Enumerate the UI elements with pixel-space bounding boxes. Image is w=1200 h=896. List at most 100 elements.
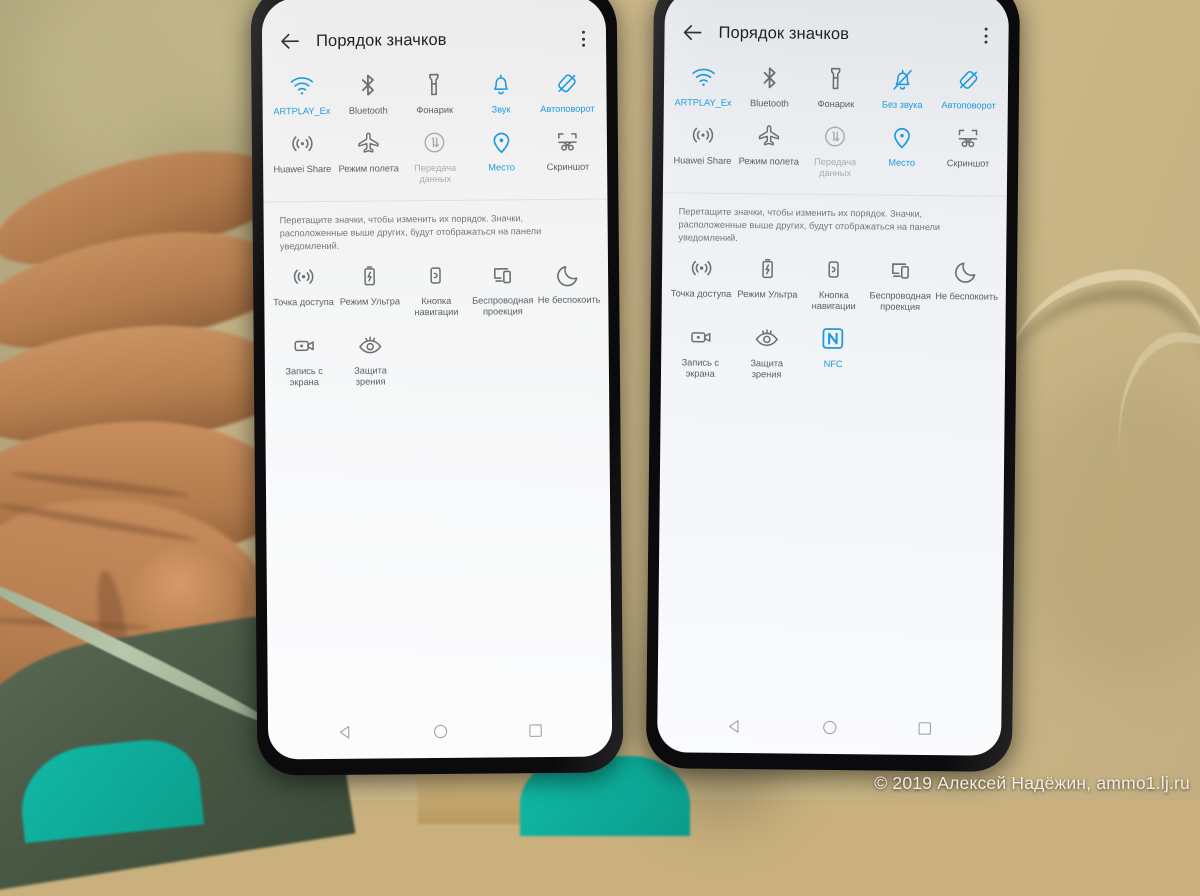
data-transfer-icon [421,128,448,155]
nav-back-triangle-icon[interactable] [337,724,354,741]
quick-toggle-location-pin[interactable]: Место [468,128,535,186]
quick-toggle-wifi[interactable]: ARTPLAY_Ex [268,72,335,118]
flashlight-icon [421,71,448,98]
page-title: Порядок значков [718,23,850,43]
nav-home-circle-icon[interactable] [432,723,449,740]
reorder-hint-text: Перетащите значки, чтобы изменить их пор… [279,212,542,251]
quick-toggle-label: Беспроводная проекция [869,289,931,312]
active-toggles-grid: ARTPLAY_Ex Bluetooth Фонарик Без звука Автоп… [663,63,1008,181]
quick-toggle-nav-button[interactable]: Кнопка навигации [800,255,867,313]
quick-toggle-label: Звук [491,104,511,115]
quick-toggle-label: Место [888,157,916,168]
quick-toggle-screenshot[interactable]: Скриншот [534,127,601,185]
quick-toggle-label: Не беспокоить [935,290,999,302]
quick-toggle-data-transfer[interactable]: Передача данных [402,128,469,186]
location-pin-icon [488,128,515,155]
screen-record-icon [290,332,317,359]
overflow-menu-icon[interactable] [976,23,994,47]
auto-rotate-icon [955,66,982,93]
quick-toggle-label: Защита зрения [354,364,387,387]
quick-toggle-label: Автоповорот [941,100,996,111]
quick-toggle-label: NFC [823,358,843,369]
quick-toggle-label: Bluetooth [749,98,789,109]
active-toggles-grid: ARTPLAY_Ex Bluetooth Фонарик Звук Автоповоро… [262,70,607,187]
screenshot-icon [955,124,982,151]
bluetooth-icon [354,71,381,98]
quick-toggle-label: Беспроводная проекция [472,294,534,317]
quick-toggle-label: Запись с экрана [285,365,323,388]
quick-toggle-label: Защита зрения [750,357,784,380]
android-navigation-bar [657,717,1001,738]
quick-toggle-ultra-battery[interactable]: Режим Ультра [336,262,403,320]
quick-toggle-label: Скриншот [946,157,990,169]
quick-toggle-hotspot[interactable]: Точка доступа [270,262,337,320]
back-arrow-icon[interactable] [278,29,302,53]
quick-toggle-eye-comfort[interactable]: Защита зрения [733,323,800,381]
airplane-icon [355,129,382,156]
quick-toggle-label: Точка доступа [670,287,732,299]
eye-comfort-icon [753,324,780,351]
quick-toggle-airplane[interactable]: Режим полета [735,121,802,179]
nav-back-triangle-icon[interactable] [726,718,743,735]
quick-toggle-label: Huawei Share [273,163,332,174]
quick-toggle-location-pin[interactable]: Место [868,123,935,181]
phone-left-screen[interactable]: Порядок значков ARTPLAY_Ex Bluetooth Фонари… [261,0,613,760]
quick-toggle-ultra-battery[interactable]: Режим Ультра [734,254,801,312]
quick-toggle-cast-screen[interactable]: Беспроводная проекция [469,261,536,319]
quick-toggle-nfc[interactable]: NFC [800,324,867,382]
quick-toggle-moon[interactable]: Не беспокоить [933,257,1000,315]
quick-toggle-huawei-share[interactable]: Huawei Share [269,129,336,187]
nav-home-circle-icon[interactable] [821,719,838,736]
quick-toggle-screen-record[interactable]: Запись с экрана [271,331,338,389]
quick-toggle-huawei-share[interactable]: Huawei Share [669,121,736,179]
huawei-share-icon [289,130,316,157]
cast-screen-icon [489,261,516,288]
quick-toggle-auto-rotate[interactable]: Автоповорот [935,66,1002,112]
quick-toggle-flashlight[interactable]: Фонарик [401,71,468,117]
quick-toggle-auto-rotate[interactable]: Автоповорот [534,70,601,116]
ultra-battery-icon [754,255,781,282]
quick-toggle-label: Без звука [881,99,923,110]
quick-toggle-cast-screen[interactable]: Беспроводная проекция [867,256,934,314]
quick-toggle-label: Автоповорот [540,103,595,115]
quick-toggle-label: ARTPLAY_Ex [674,97,732,108]
screen-record-icon [687,323,714,350]
android-navigation-bar [268,721,612,741]
quick-toggle-bluetooth[interactable]: Bluetooth [736,64,803,110]
quick-toggle-label: Передача данных [814,156,857,179]
quick-toggle-bell-muted[interactable]: Без звука [869,65,936,111]
quick-toggle-hotspot[interactable]: Точка доступа [668,254,735,312]
phone-left: Порядок значков ARTPLAY_Ex Bluetooth Фонари… [250,0,624,776]
quick-toggle-label: Huawei Share [673,154,732,166]
quick-toggle-label: Режим полета [338,162,399,174]
reorder-hint-text: Перетащите значки, чтобы изменить их пор… [678,205,941,243]
quick-toggle-data-transfer[interactable]: Передача данных [802,122,869,180]
quick-toggle-label: Место [488,161,515,173]
quick-toggle-bluetooth[interactable]: Bluetooth [335,71,402,117]
overflow-menu-icon[interactable] [574,27,592,51]
nav-recents-square-icon[interactable] [916,720,933,737]
quick-toggle-eye-comfort[interactable]: Защита зрения [337,331,404,389]
copyright-watermark: © 2019 Алексей Надёжин, ammo1.lj.ru [874,773,1190,793]
quick-toggle-moon[interactable]: Не беспокоить [536,260,603,318]
quick-toggle-screen-record[interactable]: Запись с экрана [667,323,734,381]
quick-toggle-wifi[interactable]: ARTPLAY_Ex [670,63,737,109]
quick-toggle-screenshot[interactable]: Скриншот [935,124,1002,182]
app-bar: Порядок значков [664,7,1009,61]
quick-toggle-label: Передача данных [414,162,457,185]
quick-toggle-flashlight[interactable]: Фонарик [803,65,870,111]
eye-comfort-icon [357,331,384,358]
phone-right: Порядок значков ARTPLAY_Ex Bluetooth Фонари… [645,0,1021,772]
page-title: Порядок значков [315,30,447,50]
quick-toggle-airplane[interactable]: Режим полета [335,129,402,187]
nav-recents-square-icon[interactable] [526,722,543,739]
phone-right-screen[interactable]: Порядок значков ARTPLAY_Ex Bluetooth Фонари… [657,0,1010,756]
quick-toggle-label: Не беспокоить [537,294,601,305]
ultra-battery-icon [356,262,383,289]
quick-toggle-bell[interactable]: Звук [467,70,534,116]
quick-toggle-nav-button[interactable]: Кнопка навигации [403,261,470,319]
quick-toggle-label: Режим Ультра [339,295,400,307]
bell-muted-icon [889,66,916,93]
wifi-icon [690,63,717,90]
back-arrow-icon[interactable] [680,20,704,44]
